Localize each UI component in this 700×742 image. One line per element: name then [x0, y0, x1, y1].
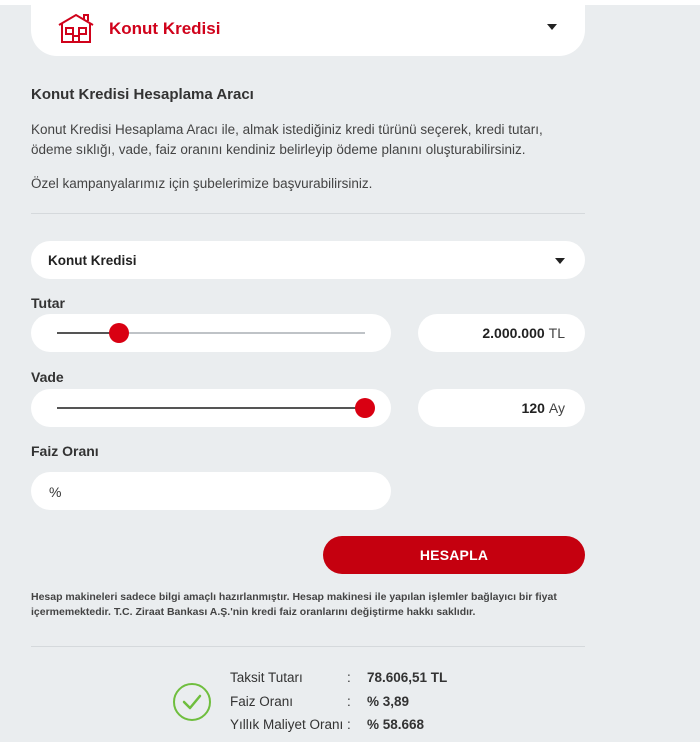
- result-key: Taksit Tutarı: [230, 670, 303, 685]
- disclaimer-text: Hesap makineleri sadece bilgi amaçlı haz…: [31, 591, 557, 618]
- amount-slider[interactable]: [31, 314, 391, 352]
- result-colon: :: [347, 670, 351, 685]
- success-check-icon: [173, 683, 211, 721]
- term-label: Vade: [31, 369, 64, 385]
- slider-fill: [57, 407, 365, 409]
- term-value: 120: [521, 400, 545, 416]
- divider: [31, 213, 585, 214]
- result-colon: :: [347, 717, 351, 732]
- slider-handle[interactable]: [355, 398, 375, 418]
- result-value: % 58.668: [367, 717, 425, 732]
- chevron-down-icon: [547, 24, 557, 30]
- house-icon: [56, 11, 96, 45]
- header-title: Konut Kredisi: [109, 19, 221, 38]
- rate-label: Faiz Oranı: [31, 443, 99, 459]
- calculate-button[interactable]: HESAPLA: [323, 536, 585, 574]
- result-value: 78.606,51 TL: [367, 670, 448, 685]
- rate-input[interactable]: %: [31, 472, 391, 510]
- chevron-down-icon: [555, 258, 565, 264]
- amount-value: 2.000.000: [482, 325, 545, 341]
- term-unit: Ay: [548, 400, 565, 416]
- amount-unit: TL: [548, 325, 565, 341]
- slider-handle[interactable]: [108, 323, 129, 343]
- product-header-dropdown[interactable]: Konut Kredisi: [31, 2, 585, 56]
- result-value: % 3,89: [367, 693, 410, 709]
- result-colon: :: [347, 693, 351, 709]
- result-key: Yıllık Maliyet Oranı: [230, 717, 344, 732]
- campaign-note: Özel kampanyalarımız için şubelerimize b…: [31, 176, 373, 191]
- percent-prefix: %: [49, 484, 62, 500]
- term-slider[interactable]: [31, 389, 391, 427]
- term-value-field[interactable]: 120 Ay: [418, 389, 585, 427]
- divider: [31, 646, 585, 647]
- loan-type-selected: Konut Kredisi: [48, 253, 137, 268]
- calculator-title: Konut Kredisi Hesaplama Aracı: [31, 86, 254, 103]
- loan-type-select[interactable]: Konut Kredisi: [31, 241, 585, 279]
- amount-label: Tutar: [31, 295, 65, 311]
- amount-value-field[interactable]: 2.000.000 TL: [418, 314, 585, 352]
- result-key: Faiz Oranı: [230, 693, 294, 709]
- calculator-description: Konut Kredisi Hesaplama Aracı ile, almak…: [31, 122, 543, 157]
